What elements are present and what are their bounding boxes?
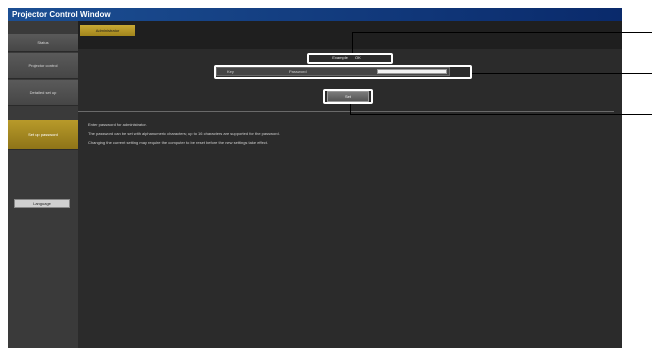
callout-box-set bbox=[323, 89, 373, 104]
sidebar: Status Projector control Detailed set up… bbox=[8, 21, 78, 348]
note-line: Changing the current setting may require… bbox=[88, 140, 269, 145]
note-line: Enter password for administrator. bbox=[88, 122, 147, 127]
leader-line bbox=[472, 73, 652, 74]
sidebar-item-label: Detailed set up bbox=[29, 90, 57, 95]
sidebar-item-label: Set up password bbox=[28, 132, 58, 137]
divider bbox=[78, 111, 614, 112]
callout-box-form bbox=[214, 65, 472, 79]
leader-line bbox=[352, 32, 353, 53]
window-title: Projector Control Window bbox=[8, 8, 622, 21]
language-button[interactable]: Language bbox=[14, 199, 70, 208]
sidebar-item-set-up-password[interactable]: Set up password bbox=[8, 120, 78, 150]
leader-line bbox=[350, 114, 652, 115]
sidebar-item-label: Status bbox=[37, 40, 49, 45]
sidebar-item-detailed-set-up[interactable]: Detailed set up bbox=[8, 80, 78, 106]
sidebar-item-status[interactable]: Status bbox=[8, 34, 78, 52]
note-line: The password can be set with alphanumeri… bbox=[88, 131, 280, 136]
sidebar-item-label: Projector control bbox=[28, 63, 58, 68]
top-band bbox=[78, 21, 622, 49]
notes: Enter password for administrator. The pa… bbox=[88, 122, 468, 149]
sidebar-item-projector-control[interactable]: Projector control bbox=[8, 53, 78, 79]
tab-administrator[interactable]: Administrator bbox=[80, 25, 135, 36]
leader-line bbox=[352, 32, 652, 33]
callout-box-status bbox=[307, 53, 393, 64]
